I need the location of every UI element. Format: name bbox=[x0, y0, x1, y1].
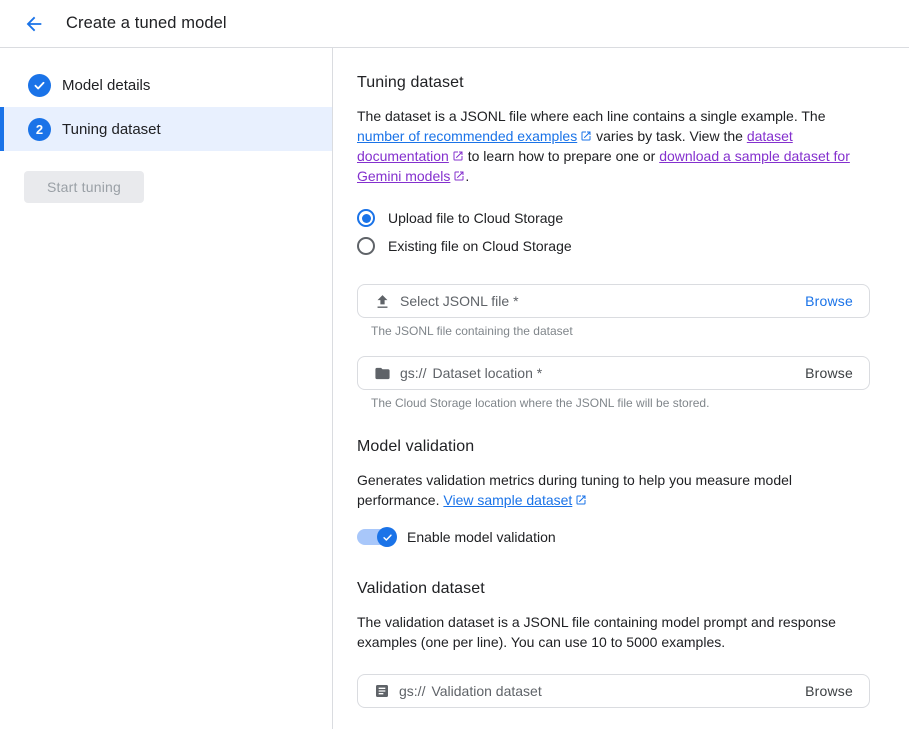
gs-prefix: gs:// bbox=[400, 365, 426, 381]
input-placeholder: Dataset location * bbox=[432, 365, 542, 381]
description-text: The dataset is a JSONL file where each l… bbox=[357, 108, 825, 124]
view-sample-dataset-link[interactable]: View sample dataset bbox=[443, 492, 587, 508]
validation-dataset-input[interactable]: gs:// Validation dataset Browse bbox=[357, 674, 870, 708]
description-text: to learn how to prepare one or bbox=[464, 148, 659, 164]
page-header: Create a tuned model bbox=[0, 0, 909, 48]
radio-upload-file[interactable]: Upload file to Cloud Storage bbox=[357, 206, 870, 230]
validation-dataset-heading: Validation dataset bbox=[357, 580, 870, 598]
stepper-sidebar: Model details 2 Tuning dataset Start tun… bbox=[0, 48, 333, 729]
input-placeholder: Select JSONL file * bbox=[400, 293, 519, 309]
browse-validation-dataset-button[interactable]: Browse bbox=[805, 683, 853, 699]
input-placeholder: Validation dataset bbox=[431, 683, 541, 699]
dataset-location-helper-text: The Cloud Storage location where the JSO… bbox=[371, 396, 870, 410]
dataset-location-input[interactable]: gs:// Dataset location * Browse bbox=[357, 356, 870, 390]
upload-icon bbox=[374, 293, 391, 310]
external-link-icon bbox=[575, 494, 587, 506]
toggle-thumb-check-icon bbox=[377, 527, 397, 547]
browse-jsonl-file-button[interactable]: Browse bbox=[805, 293, 853, 309]
article-icon bbox=[374, 683, 390, 699]
select-jsonl-file-input[interactable]: Select JSONL file * Browse bbox=[357, 284, 870, 318]
tuning-dataset-heading: Tuning dataset bbox=[357, 74, 870, 92]
folder-icon bbox=[374, 365, 391, 382]
external-link-icon bbox=[453, 170, 465, 182]
model-validation-description: Generates validation metrics during tuni… bbox=[357, 470, 857, 510]
step-label: Model details bbox=[62, 77, 150, 94]
jsonl-file-helper-text: The JSONL file containing the dataset bbox=[371, 324, 870, 338]
tuning-dataset-description: The dataset is a JSONL file where each l… bbox=[357, 106, 857, 186]
radio-unselected-icon bbox=[357, 237, 375, 255]
step-number-icon: 2 bbox=[28, 118, 51, 141]
back-button[interactable] bbox=[18, 8, 50, 40]
external-link-icon bbox=[580, 130, 592, 142]
step-label: Tuning dataset bbox=[62, 121, 161, 138]
enable-model-validation-row: Enable model validation bbox=[357, 526, 870, 548]
step-model-details[interactable]: Model details bbox=[0, 63, 332, 107]
step-tuning-dataset[interactable]: 2 Tuning dataset bbox=[0, 107, 332, 151]
description-text: varies by task. View the bbox=[592, 128, 747, 144]
validation-dataset-description: The validation dataset is a JSONL file c… bbox=[357, 612, 857, 652]
model-validation-toggle[interactable] bbox=[357, 526, 397, 548]
gs-prefix: gs:// bbox=[399, 683, 425, 699]
page-title: Create a tuned model bbox=[66, 14, 227, 33]
main-content: Tuning dataset The dataset is a JSONL fi… bbox=[333, 48, 890, 729]
dataset-source-radio-group: Upload file to Cloud Storage Existing fi… bbox=[357, 206, 870, 258]
radio-selected-icon bbox=[357, 209, 375, 227]
description-text: . bbox=[465, 168, 469, 184]
check-circle-icon bbox=[28, 74, 51, 97]
back-arrow-icon bbox=[23, 13, 45, 35]
radio-existing-file[interactable]: Existing file on Cloud Storage bbox=[357, 234, 870, 258]
model-validation-heading: Model validation bbox=[357, 438, 870, 456]
browse-dataset-location-button[interactable]: Browse bbox=[805, 365, 853, 381]
recommended-examples-link[interactable]: number of recommended examples bbox=[357, 128, 592, 144]
external-link-icon bbox=[452, 150, 464, 162]
toggle-label: Enable model validation bbox=[407, 529, 556, 545]
start-tuning-button[interactable]: Start tuning bbox=[24, 171, 144, 203]
